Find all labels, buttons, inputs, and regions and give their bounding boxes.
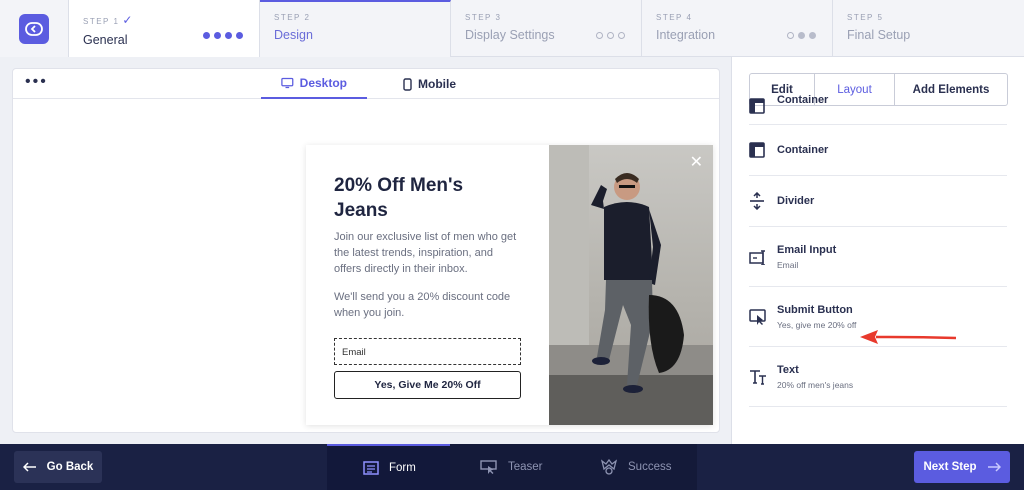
element-title: Container <box>777 144 829 156</box>
element-list: Container Container Divider Email Input … <box>749 94 1007 407</box>
annotation-arrow-icon <box>860 330 957 344</box>
popup-close-icon[interactable]: ✕ <box>690 152 703 172</box>
submit-button-icon <box>749 308 777 326</box>
list-item-email-input[interactable]: Email Input Email <box>749 227 1007 287</box>
form-icon <box>363 461 379 475</box>
mobile-icon <box>403 77 412 91</box>
step-5-name: Final Setup <box>847 28 911 42</box>
container-icon <box>749 98 777 124</box>
teaser-icon <box>480 459 497 474</box>
go-back-label: Go Back <box>46 461 94 473</box>
design-preview: ••• Desktop Mobile 20% Off Men's Jeans J… <box>12 68 720 433</box>
popup-submit-button[interactable]: Yes, Give Me 20% Off <box>334 371 521 399</box>
step-bar: STEP 1 ✓ General STEP 2 Design STEP 3 Dis… <box>0 0 1024 57</box>
trophy-icon <box>600 459 618 475</box>
logo-icon <box>19 13 49 44</box>
step-4-progress <box>787 32 816 39</box>
element-subtitle: 20% off men's jeans <box>777 379 854 390</box>
step-3-display-settings[interactable]: STEP 3 Display Settings <box>451 0 642 57</box>
next-step-label: Next Step <box>923 461 977 473</box>
element-subtitle: Email <box>777 259 799 270</box>
model-photo-icon <box>549 145 713 425</box>
list-item-divider[interactable]: Divider <box>749 176 1007 227</box>
tab-form-label: Form <box>389 462 416 474</box>
step-1-general[interactable]: STEP 1 ✓ General <box>69 0 260 57</box>
arrow-right-icon <box>987 462 1001 472</box>
more-menu-icon[interactable]: ••• <box>25 74 48 90</box>
step-3-progress <box>596 32 625 39</box>
tab-success[interactable]: Success <box>570 444 671 490</box>
step-3-label: STEP 3 <box>465 13 502 22</box>
app-logo[interactable] <box>0 0 69 57</box>
editor-panel: Edit Layout Add Elements Container Conta… <box>731 57 1024 444</box>
next-step-button[interactable]: Next Step <box>914 451 1010 483</box>
tab-desktop-label: Desktop <box>299 76 347 90</box>
tab-desktop[interactable]: Desktop <box>261 69 367 99</box>
popup-image[interactable]: ✕ <box>549 145 713 425</box>
container-icon <box>749 142 777 158</box>
list-item-container-partial[interactable]: Container <box>749 91 1007 125</box>
tab-teaser-label: Teaser <box>508 461 543 473</box>
tab-mobile[interactable]: Mobile <box>383 69 476 99</box>
divider-icon <box>749 192 777 210</box>
popup-body-2[interactable]: We'll send you a 20% discount code when … <box>334 289 521 321</box>
check-icon: ✓ <box>122 13 134 27</box>
preview-header: ••• Desktop Mobile <box>13 69 719 99</box>
step-4-integration[interactable]: STEP 4 Integration <box>642 0 833 57</box>
step-1-progress <box>203 32 243 39</box>
bottom-bar: Go Back Form Teaser Success Next Step <box>0 444 1024 490</box>
element-title: Container <box>777 94 829 106</box>
list-item-text[interactable]: Text 20% off men's jeans <box>749 347 1007 407</box>
element-title: Divider <box>777 195 815 207</box>
tab-success-label: Success <box>628 461 672 473</box>
popup-title[interactable]: 20% Off Men's Jeans <box>334 173 521 223</box>
step-2-name: Design <box>274 28 313 42</box>
tab-form[interactable]: Form <box>327 444 450 490</box>
step-1-label: STEP 1 <box>83 17 120 26</box>
email-input-icon <box>749 249 777 265</box>
step-2-design[interactable]: STEP 2 Design <box>260 0 451 57</box>
step-5-final-setup[interactable]: STEP 5 Final Setup <box>833 0 1024 57</box>
popup-preview[interactable]: 20% Off Men's Jeans Join our exclusive l… <box>306 145 713 425</box>
popup-email-input[interactable]: Email <box>334 338 521 365</box>
text-icon <box>749 368 777 386</box>
go-back-button[interactable]: Go Back <box>14 451 102 483</box>
element-title: Text <box>777 363 799 376</box>
element-subtitle: Yes, give me 20% off <box>777 319 857 330</box>
tab-mobile-label: Mobile <box>418 77 456 91</box>
popup-body-1[interactable]: Join our exclusive list of men who get t… <box>334 229 521 277</box>
arrow-left-icon <box>22 462 36 472</box>
step-4-label: STEP 4 <box>656 13 693 22</box>
list-item-container[interactable]: Container <box>749 125 1007 176</box>
bottom-nav: Form Teaser Success <box>327 444 697 490</box>
step-5-label: STEP 5 <box>847 13 884 22</box>
element-title: Email Input <box>777 243 837 256</box>
desktop-icon <box>281 77 294 89</box>
popup-content: 20% Off Men's Jeans Join our exclusive l… <box>306 145 549 425</box>
step-2-label: STEP 2 <box>274 13 311 22</box>
element-title: Submit Button <box>777 303 853 316</box>
tab-teaser[interactable]: Teaser <box>450 444 570 490</box>
